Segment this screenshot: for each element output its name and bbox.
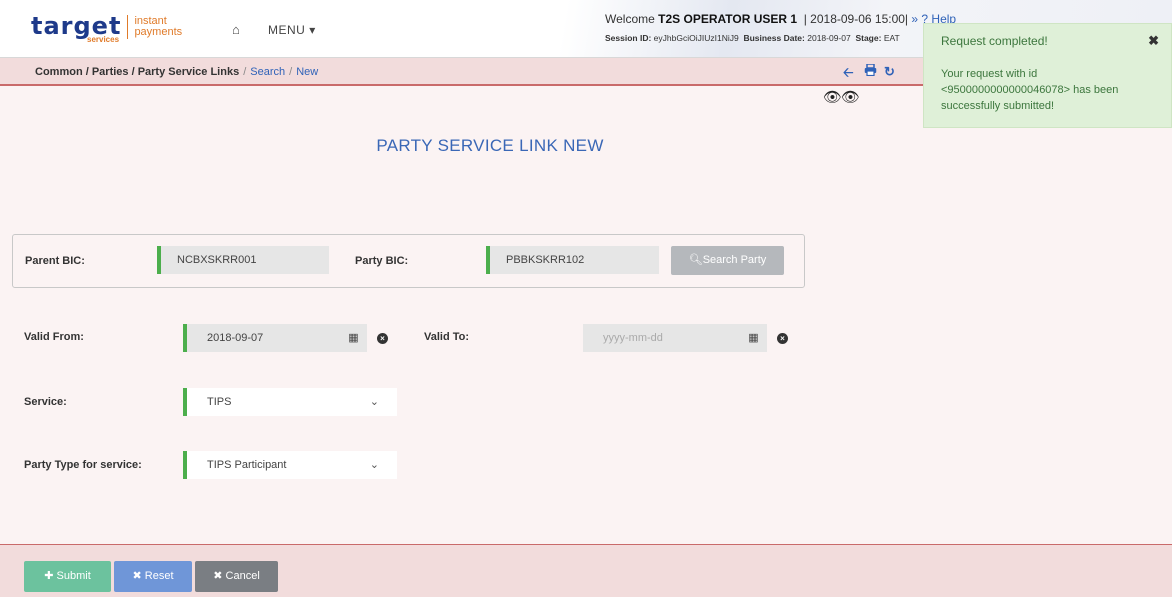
valid-from-input[interactable]: 2018-09-07 bbox=[183, 324, 340, 352]
breadcrumb: Common / Parties / Party Service Links / S… bbox=[35, 66, 319, 78]
logo-tagline: instant payments bbox=[134, 13, 182, 38]
menu-label: MENU bbox=[268, 23, 306, 37]
valid-to-input[interactable]: yyyy-mm-dd bbox=[583, 324, 740, 352]
close-icon: ✖ bbox=[132, 570, 142, 582]
plus-icon: ✚ bbox=[44, 570, 54, 582]
session-info: Session ID: eyJhbGciOiJIUzI1NiJ9 Busines… bbox=[605, 33, 900, 43]
chevron-down-icon: ⌄ bbox=[369, 396, 379, 408]
party-bic-field[interactable]: PBBKSKRR102 bbox=[486, 246, 659, 274]
logo-tag-line2: payments bbox=[134, 26, 183, 38]
parent-bic-label: Parent BIC: bbox=[25, 255, 85, 267]
session-id-label: Session ID: bbox=[605, 33, 652, 43]
party-type-label: Party Type for service: bbox=[24, 459, 142, 471]
success-toast: Request completed! ✖ Your request with i… bbox=[923, 23, 1172, 128]
parent-bic-field[interactable]: NCBXSKRR001 bbox=[157, 246, 329, 274]
service-select[interactable]: TIPS ⌄ bbox=[183, 388, 397, 416]
clear-date-icon[interactable]: × bbox=[369, 324, 396, 352]
search-party-button[interactable]: 🔍︎Search Party bbox=[671, 246, 784, 275]
refresh-icon[interactable]: ↻ bbox=[884, 64, 895, 80]
search-icon: 🔍︎ bbox=[688, 254, 703, 266]
session-id-value: eyJhbGciOiJIUzI1NiJ9 bbox=[653, 33, 739, 43]
session-datetime: | 2018-09-06 15:00| bbox=[803, 12, 909, 26]
party-bic-label: Party BIC: bbox=[355, 255, 409, 267]
party-type-value: TIPS Participant bbox=[207, 459, 287, 471]
logo-services-text: services bbox=[87, 35, 120, 44]
welcome-line: Welcome T2S OPERATOR USER 1 | 2018-09-06… bbox=[605, 12, 956, 26]
search-party-label: Search Party bbox=[702, 254, 767, 266]
breadcrumb-search-link[interactable]: Search bbox=[250, 66, 285, 78]
service-value: TIPS bbox=[207, 396, 232, 408]
cancel-label: Cancel bbox=[225, 570, 260, 582]
home-icon[interactable]: ⌂ bbox=[232, 22, 240, 37]
target-instant-payments-logo[interactable]: target services instant payments bbox=[31, 13, 182, 44]
close-icon: ✖ bbox=[213, 570, 223, 582]
menu-button[interactable]: MENU ▾ bbox=[268, 23, 316, 37]
print-icon[interactable] bbox=[864, 63, 877, 79]
party-type-select[interactable]: TIPS Participant ⌄ bbox=[183, 451, 397, 479]
toast-title: Request completed! bbox=[941, 34, 1048, 48]
business-date-value: 2018-09-07 bbox=[807, 33, 851, 43]
submit-label: Submit bbox=[56, 570, 91, 582]
business-date-label: Business Date: bbox=[743, 33, 805, 43]
caret-down-icon: ▾ bbox=[309, 23, 316, 37]
breadcrumb-new-link[interactable]: New bbox=[296, 66, 318, 78]
arrow-left-icon[interactable]: 🡠 bbox=[843, 64, 854, 86]
page-title: PARTY SERVICE LINK NEW bbox=[376, 136, 604, 155]
welcome-prefix: Welcome bbox=[605, 12, 655, 26]
service-label: Service: bbox=[24, 396, 67, 408]
reset-label: Reset bbox=[144, 570, 174, 582]
chevron-down-icon: ⌄ bbox=[369, 459, 379, 471]
toast-message: Your request with id <950000000000004607… bbox=[941, 68, 1119, 112]
cancel-button[interactable]: ✖ Cancel bbox=[195, 561, 278, 592]
reset-button[interactable]: ✖ Reset bbox=[114, 561, 192, 592]
breadcrumb-path: Common / Parties / Party Service Links bbox=[35, 66, 240, 78]
valid-to-label: Valid To: bbox=[424, 331, 470, 343]
calendar-icon[interactable]: ▦ bbox=[340, 324, 367, 352]
logo-divider bbox=[127, 15, 129, 39]
calendar-icon[interactable]: ▦ bbox=[740, 324, 767, 352]
valid-from-label: Valid From: bbox=[24, 331, 84, 343]
submit-button[interactable]: ✚ Submit bbox=[24, 561, 111, 592]
stage-label: Stage: bbox=[855, 33, 882, 43]
clear-date-icon[interactable]: × bbox=[769, 324, 796, 352]
eye-icon[interactable]: 👁👁 bbox=[823, 88, 860, 106]
user-name: T2S OPERATOR USER 1 bbox=[658, 12, 798, 26]
close-icon[interactable]: ✖ bbox=[1148, 33, 1159, 49]
stage-value: EAT bbox=[883, 33, 900, 43]
